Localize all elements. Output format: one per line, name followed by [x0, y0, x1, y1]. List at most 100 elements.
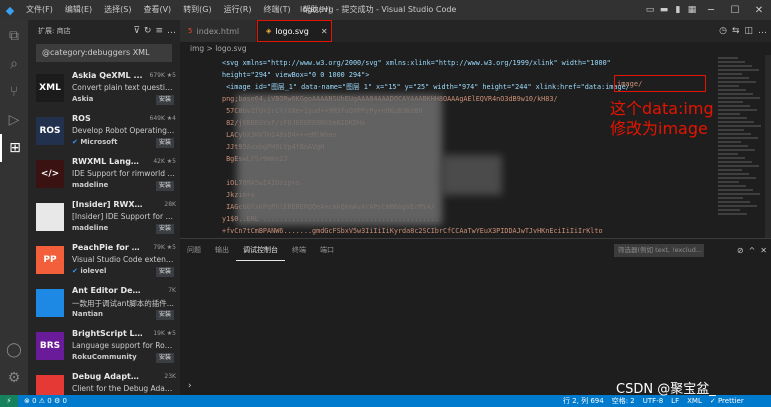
minimap[interactable] — [715, 55, 765, 238]
more-actions-icon[interactable]: … — [167, 26, 176, 36]
close-button[interactable]: ✕ — [747, 0, 771, 20]
extension-logo-icon: BRS — [36, 332, 64, 360]
minimap-line — [718, 89, 746, 91]
menu-item[interactable]: 文件(F) — [20, 0, 59, 20]
filter-icon[interactable]: ⊽ — [133, 26, 140, 36]
breadcrumb[interactable]: img > logo.svg — [180, 42, 771, 55]
maximize-panel-icon[interactable]: ^ — [749, 246, 756, 255]
panel-tab[interactable]: 调试控制台 — [236, 239, 285, 261]
extension-item[interactable]: PP PeachPie for Vi... 79K ★5 Visual Stud… — [28, 240, 180, 283]
install-button[interactable]: 安装 — [155, 224, 174, 234]
search-icon[interactable]: ⌕ — [0, 50, 28, 78]
close-tab-icon[interactable]: ✕ — [321, 27, 328, 36]
customize-layout-icon[interactable]: ▦ — [685, 0, 699, 20]
install-button[interactable]: 安装 — [155, 95, 174, 105]
extension-list: XML Askia QeXML ... 679K ★5 Convert plai… — [28, 68, 180, 395]
tab-logo-svg[interactable]: ◈ logo.svg ✕ — [257, 20, 332, 42]
menu-item[interactable]: 编辑(E) — [59, 0, 98, 20]
extension-stats: 649K ★4 — [149, 115, 177, 122]
svg-file-icon: ◈ — [266, 27, 272, 35]
clear-icon[interactable]: ≡ — [155, 26, 163, 36]
minimap-line — [718, 201, 750, 203]
extension-item[interactable]: ROS ROS 649K ★4 Develop Robot Operating … — [28, 111, 180, 154]
extension-item[interactable]: Debug Adapter for... 23K Client for the … — [28, 369, 180, 395]
bottom-panel: 问题 输出 调试控制台 终端 端口 筛选器(例如 text, !exclud... ⊘ … — [180, 238, 771, 395]
extension-search-input[interactable]: @category:debuggers XML — [36, 44, 172, 62]
extension-publisher: Askia — [72, 95, 93, 103]
menu-item[interactable]: 终端(T) — [257, 0, 296, 20]
split-editor-icon[interactable]: ◫ — [744, 26, 753, 36]
extension-logo-icon: ROS — [36, 117, 64, 145]
minimap-line — [718, 93, 753, 95]
settings-gear-icon[interactable]: ⚙ — [0, 364, 28, 392]
clear-console-icon[interactable]: ⊘ — [737, 246, 744, 255]
problems-indicator[interactable]: ⊗ 0 ⚠ 0 ⚙ 0 — [24, 395, 67, 407]
install-button[interactable]: 安装 — [155, 353, 174, 363]
install-button[interactable]: 安装 — [155, 310, 174, 320]
extension-item[interactable]: [Insider] RWXML L... 28K [Insider] IDE S… — [28, 197, 180, 240]
minimap-line — [718, 121, 754, 123]
panel-tab[interactable]: 端口 — [313, 239, 341, 261]
status-item[interactable]: 行 2, 列 694 — [563, 395, 604, 407]
editor-scrollbar[interactable] — [765, 55, 771, 238]
install-button[interactable]: 安装 — [155, 267, 174, 277]
console-prompt[interactable]: › — [188, 381, 192, 391]
publisher-label: madeline — [72, 181, 109, 189]
close-panel-icon[interactable]: ✕ — [760, 246, 767, 255]
watermark: CSDN @聚宝盆_ — [616, 382, 716, 397]
menu-item[interactable]: 运行(R) — [218, 0, 258, 20]
extension-stats: 7K — [168, 287, 176, 294]
code-editor[interactable]: +fvCn7tCmBPANW6.......gmdGcFSbxV5w3IiIiI… — [180, 55, 715, 238]
menu-item[interactable]: 选择(S) — [98, 0, 137, 20]
extension-item[interactable]: Ant Editor Debug 7K 一款用于调试ant脚本的插件... Na… — [28, 283, 180, 326]
panel-tab[interactable]: 终端 — [285, 239, 313, 261]
extension-logo-icon: </> — [36, 160, 64, 188]
menu-item[interactable]: 查看(V) — [137, 0, 177, 20]
extension-description: IDE Support for rimworld m... — [72, 169, 176, 178]
annotation-line: 这个data:img — [610, 99, 714, 118]
sidebar-toggle-icon[interactable]: ▮ — [671, 0, 685, 20]
minimize-button[interactable]: ─ — [699, 0, 723, 20]
code-line: height="294" viewBox="0 0 1000 294"> — [180, 69, 369, 82]
minimap-line — [718, 169, 742, 171]
open-preview-icon[interactable]: ⇆ — [732, 26, 740, 36]
open-changes-icon[interactable]: ◷ — [719, 26, 727, 36]
source-control-icon[interactable]: ⑂ — [0, 78, 28, 106]
extensions-icon[interactable]: ⊞ — [0, 134, 28, 162]
code-text: +fvCn7tCmBPANW6.......gmdGcFSbxV5w3IiIiI… — [222, 227, 603, 235]
code-text: <svg xmlns="http://www.w3.org/2000/svg" … — [222, 59, 611, 67]
install-button[interactable]: 安装 — [155, 138, 174, 148]
panel-filter-input[interactable]: 筛选器(例如 text, !exclud... — [614, 244, 704, 257]
account-icon[interactable]: ◯ — [0, 336, 28, 364]
minimap-line — [718, 213, 747, 215]
extension-name: Debug Adapter for... — [72, 372, 144, 381]
layout-toggle-icon[interactable]: ▭ — [643, 0, 657, 20]
explorer-icon[interactable]: ⧉ — [0, 22, 28, 50]
extension-description: [Insider] IDE Support for rim... — [72, 212, 176, 221]
extension-publisher: ✔ Microsoft — [72, 138, 117, 146]
panel-toggle-icon[interactable]: ▬ — [657, 0, 671, 20]
more-actions-icon[interactable]: … — [758, 26, 767, 36]
extension-item[interactable]: </> RWXML Langu... 42K ★5 IDE Support fo… — [28, 154, 180, 197]
remote-indicator[interactable]: ⚡ — [0, 395, 18, 407]
minimap-line — [718, 185, 746, 187]
run-debug-icon[interactable]: ▷ — [0, 106, 28, 134]
tab-index-html[interactable]: 5 index.html — [180, 20, 256, 42]
extension-item[interactable]: XML Askia QeXML ... 679K ★5 Convert plai… — [28, 68, 180, 111]
extension-description: 一款用于调试ant脚本的插件... — [72, 299, 174, 308]
minimap-line — [718, 157, 745, 159]
extension-item[interactable]: BRS BrightScript La... 19K ★5 Language s… — [28, 326, 180, 369]
menu-item[interactable]: 转到(G) — [177, 0, 217, 20]
minimap-line — [718, 109, 757, 111]
extension-name: PeachPie for Vi... — [72, 243, 144, 252]
panel-tab[interactable]: 输出 — [208, 239, 236, 261]
panel-tab[interactable]: 问题 — [180, 239, 208, 261]
refresh-icon[interactable]: ↻ — [144, 26, 152, 36]
publisher-label: Nantian — [72, 310, 104, 318]
panel-actions: ⊘ ^ ✕ — [737, 239, 767, 261]
maximize-button[interactable]: ☐ — [723, 0, 747, 20]
extension-logo-icon — [36, 289, 64, 317]
install-button[interactable]: 安装 — [155, 181, 174, 191]
redacted-blur — [442, 155, 502, 195]
